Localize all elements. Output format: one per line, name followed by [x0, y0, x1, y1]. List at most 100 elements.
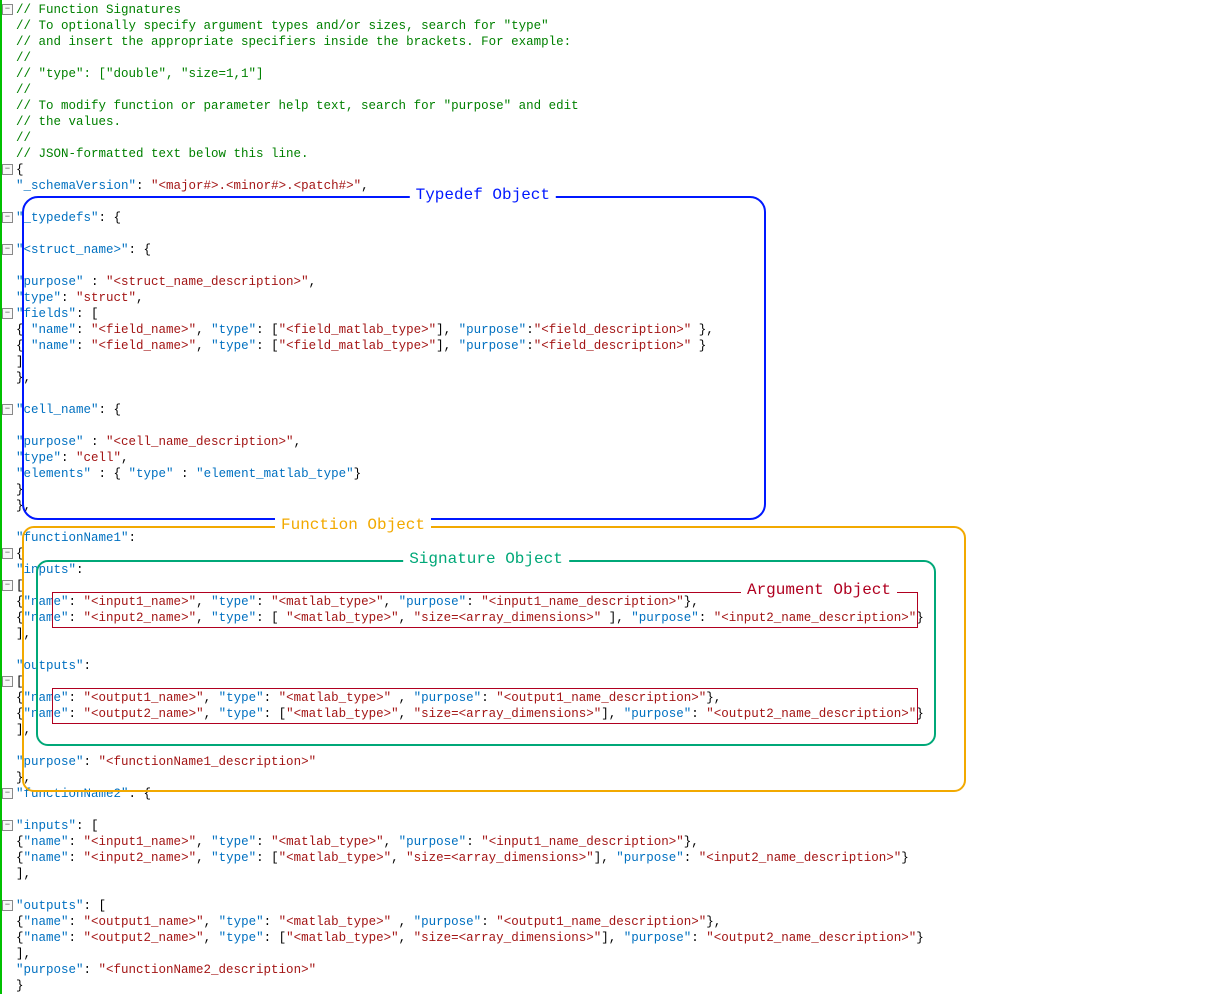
code-token: ,: [196, 595, 211, 609]
code-line: // the values.: [16, 114, 1208, 130]
code-line: − [: [16, 674, 1208, 690]
code-token: "<output1_name_description>": [496, 691, 706, 705]
code-token: :: [481, 691, 496, 705]
code-line: [16, 802, 1208, 818]
code-token: "<output2_name>": [84, 931, 204, 945]
code-token: "<input1_name>": [84, 595, 197, 609]
code-token: {: [16, 851, 24, 865]
code-token: }: [916, 931, 924, 945]
code-token: {: [16, 163, 24, 177]
code-token: "name": [24, 835, 69, 849]
code-line: // To optionally specify argument types …: [16, 18, 1208, 34]
code-token: },: [684, 595, 699, 609]
code-token: "<output2_name>": [84, 707, 204, 721]
fold-marker[interactable]: −: [2, 900, 13, 911]
code-token: "size=<array_dimensions>": [414, 931, 602, 945]
code-token: ,: [399, 931, 414, 945]
code-token: "type": [211, 611, 256, 625]
code-token: {: [16, 915, 24, 929]
fold-marker[interactable]: −: [2, 548, 13, 559]
code-token: "<field_matlab_type>": [279, 339, 437, 353]
code-token: "<matlab_type>": [279, 691, 392, 705]
code-line: − "cell_name": {: [16, 402, 1208, 418]
code-token: "purpose": [459, 323, 527, 337]
code-line: },: [16, 498, 1208, 514]
code-token: ,: [399, 611, 414, 625]
code-token: "<output2_name_description>": [706, 707, 916, 721]
code-token: "type": [16, 291, 61, 305]
code-token: "<struct_name>": [16, 243, 129, 257]
code-token: :: [256, 595, 271, 609]
code-line: {"name": "<output1_name>", "type": "<mat…: [16, 914, 1208, 930]
code-token: :: [84, 963, 99, 977]
code-token: ,: [391, 851, 406, 865]
code-token: ],: [436, 339, 459, 353]
code-token: : {: [91, 467, 129, 481]
fold-marker[interactable]: −: [2, 164, 13, 175]
code-line: [16, 882, 1208, 898]
fold-marker[interactable]: −: [2, 308, 13, 319]
code-token: "outputs": [16, 899, 84, 913]
code-line: [16, 194, 1208, 210]
code-token: :: [84, 275, 107, 289]
code-line: [16, 258, 1208, 274]
code-line: − "<struct_name>": {: [16, 242, 1208, 258]
fold-marker[interactable]: −: [2, 4, 13, 15]
code-token: : [: [76, 819, 99, 833]
code-token: "<output1_name>": [84, 691, 204, 705]
fold-marker[interactable]: −: [2, 212, 13, 223]
fold-marker[interactable]: −: [2, 820, 13, 831]
code-token: "inputs": [16, 563, 76, 577]
code-token: }: [354, 467, 362, 481]
code-token: "<field_matlab_type>": [279, 323, 437, 337]
code-line: "elements" : { "type" : "element_matlab_…: [16, 466, 1208, 482]
fold-marker[interactable]: −: [2, 788, 13, 799]
code-token: : [: [84, 899, 107, 913]
code-token: // Function Signatures: [16, 3, 181, 17]
code-token: :: [699, 611, 714, 625]
code-token: // and insert the appropriate specifiers…: [16, 35, 571, 49]
code-token: : [: [264, 707, 287, 721]
code-line: − "fields": [: [16, 306, 1208, 322]
code-token: "<output2_name_description>": [706, 931, 916, 945]
code-token: :: [84, 435, 107, 449]
fold-marker[interactable]: −: [2, 404, 13, 415]
code-token: }: [16, 483, 24, 497]
code-token: }: [16, 979, 24, 993]
code-token: ,: [384, 595, 399, 609]
code-line: },: [16, 770, 1208, 786]
code-line: ],: [16, 866, 1208, 882]
code-token: "<field_name>": [91, 323, 196, 337]
code-token: {: [16, 339, 31, 353]
code-line: {"name": "<input2_name>", "type": [ "<ma…: [16, 610, 1208, 626]
fold-marker[interactable]: −: [2, 676, 13, 687]
code-token: :: [76, 563, 84, 577]
code-token: :: [69, 691, 84, 705]
fold-marker[interactable]: −: [2, 580, 13, 591]
code-token: // To optionally specify argument types …: [16, 19, 549, 33]
code-token: :: [69, 931, 84, 945]
code-token: :: [684, 851, 699, 865]
code-token: "name": [24, 851, 69, 865]
code-line: [16, 738, 1208, 754]
code-line: −{: [16, 162, 1208, 178]
code-token: {: [16, 323, 31, 337]
fold-marker[interactable]: −: [2, 244, 13, 255]
code-line: //: [16, 82, 1208, 98]
code-token: ,: [204, 707, 219, 721]
code-token: "name": [31, 323, 76, 337]
code-line: //: [16, 130, 1208, 146]
code-token: "type": [211, 595, 256, 609]
code-token: :: [76, 323, 91, 337]
code-token: : {: [99, 403, 122, 417]
code-line: }: [16, 978, 1208, 994]
code-token: "<struct_name_description>": [106, 275, 309, 289]
code-token: ,: [391, 915, 414, 929]
code-token: // the values.: [16, 115, 121, 129]
code-token: :: [69, 595, 84, 609]
code-token: },: [16, 771, 31, 785]
code-token: "elements": [16, 467, 91, 481]
code-token: ]: [16, 355, 24, 369]
code-token: : {: [99, 211, 122, 225]
code-token: "type": [219, 691, 264, 705]
